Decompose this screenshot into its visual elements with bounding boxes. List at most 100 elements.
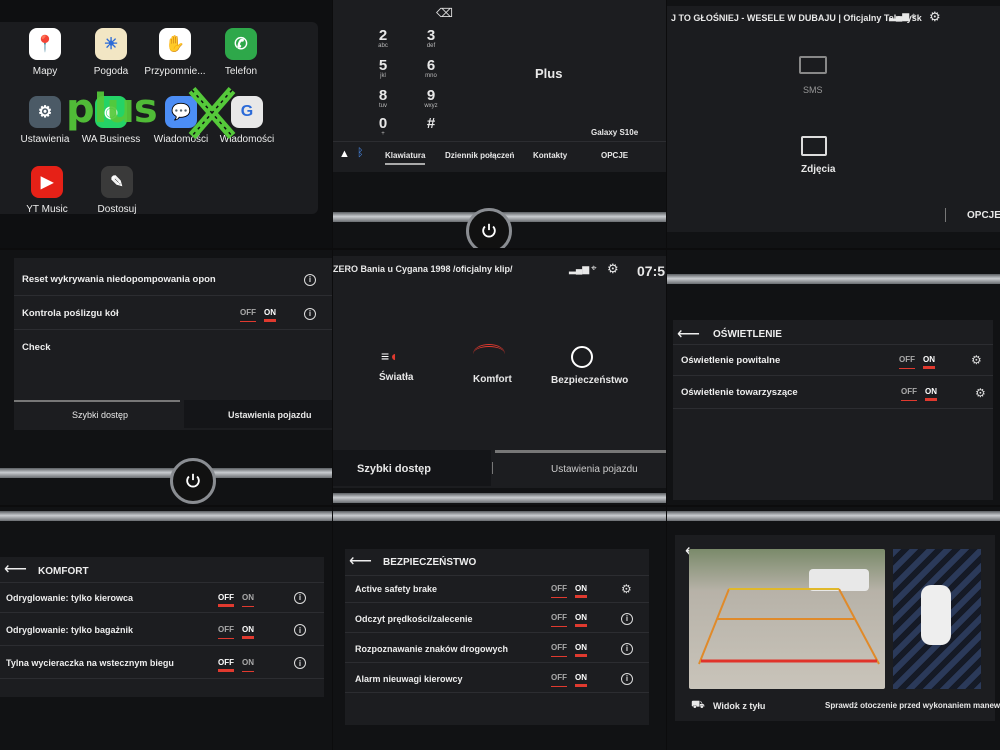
- media-tile: J TO GŁOŚNIEJ - WESELE W DUBAJU | Oficja…: [667, 0, 1000, 248]
- back-arrow-icon[interactable]: ⟵: [677, 324, 700, 344]
- back-arrow-icon[interactable]: ⟵: [4, 559, 27, 579]
- settings-gear-icon[interactable]: ⚙: [607, 261, 619, 277]
- dial-key[interactable]: 2 abc: [373, 28, 393, 49]
- info-icon[interactable]: i: [621, 642, 633, 655]
- info-icon[interactable]: i: [304, 273, 316, 286]
- safety-row[interactable]: Rozpoznawanie znaków drogowych OFF ON i: [345, 635, 649, 663]
- settings-gear-icon[interactable]: ⚙: [929, 9, 941, 25]
- lights-icon[interactable]: ≡◖: [381, 348, 398, 364]
- comfort-toggle[interactable]: OFF ON: [218, 658, 254, 672]
- info-icon[interactable]: i: [294, 657, 306, 669]
- dialer-tab[interactable]: Kontakty: [533, 151, 567, 160]
- safety-label[interactable]: Bezpieczeństwo: [551, 375, 628, 386]
- camera-hint: Sprawdź otoczenie przed wykonaniem manew…: [825, 701, 1000, 710]
- comfort-row[interactable]: Odryglowanie: tylko bagażnik OFF ON i: [0, 615, 324, 646]
- clock: 07:5: [637, 263, 666, 279]
- comfort-row[interactable]: Tylna wycieraczka na wstecznym biegu OFF O…: [0, 648, 324, 679]
- rear-camera-feed: [689, 549, 885, 689]
- tab-vehicle-settings[interactable]: Ustawienia pojazdu: [228, 410, 312, 420]
- comfort-row[interactable]: Odryglowanie: tylko kierowca OFF ON i: [0, 582, 324, 613]
- safety-toggle[interactable]: OFF ON: [551, 643, 587, 657]
- power-knob[interactable]: [170, 458, 216, 504]
- app-reminder[interactable]: ✋ Przypomnie...: [144, 28, 206, 77]
- now-playing-ticker: ZERO Bania u Cygana 1998 /oficjalny klip…: [333, 264, 513, 274]
- safety-row[interactable]: Alarm nieuwagi kierowcy OFF ON i: [345, 665, 649, 693]
- check-row[interactable]: Check: [14, 332, 332, 362]
- tab-vehicle-settings[interactable]: Ustawienia pojazdu: [551, 464, 638, 475]
- safety-tile: ⟵ BEZPIECZEŃSTWO Active safety brake OFF O…: [333, 507, 666, 750]
- welcome-light-row[interactable]: Oświetlenie powitalne OFF ON ⚙: [673, 344, 993, 376]
- carrier-name: Plus: [535, 66, 563, 81]
- dial-key[interactable]: 5 jkl: [373, 58, 393, 79]
- comfort-icon[interactable]: [473, 344, 505, 364]
- follow-me-light-toggle[interactable]: OFF ON: [901, 387, 937, 401]
- app-pencil[interactable]: ✎ Dostosuj: [86, 166, 148, 215]
- lighting-tile: ⟵ OŚWIETLENIE Oświetlenie powitalne OFF …: [667, 250, 1000, 505]
- back-arrow-icon[interactable]: ⟵: [349, 551, 372, 571]
- photos-icon[interactable]: [801, 136, 827, 156]
- location-icon: ⌖: [911, 11, 917, 22]
- follow-me-light-row[interactable]: Oświetlenie towarzyszące OFF ON ⚙: [673, 377, 993, 409]
- dashboard-trim: [333, 511, 666, 521]
- safety-row[interactable]: Active safety brake OFF ON ⚙: [345, 575, 649, 603]
- info-icon[interactable]: i: [621, 612, 633, 625]
- dial-key[interactable]: 3 def: [421, 28, 441, 49]
- tab-quick-access[interactable]: Szybki dostęp: [72, 410, 128, 420]
- dialer-tab[interactable]: OPCJE: [601, 151, 628, 160]
- dial-key[interactable]: #: [421, 116, 441, 131]
- location-icon: ⌖: [591, 263, 597, 274]
- parking-guide-lines: [698, 588, 880, 665]
- app-maps[interactable]: 📍 Mapy: [14, 28, 76, 77]
- comfort-tile: ⟵ KOMFORT Odryglowanie: tylko kierowca OF…: [0, 507, 332, 750]
- settings-gear-icon[interactable]: ⚙: [621, 582, 632, 596]
- settings-gear-icon[interactable]: ⚙: [975, 386, 986, 400]
- welcome-light-toggle[interactable]: OFF ON: [899, 355, 935, 369]
- options-button[interactable]: OPCJE: [967, 210, 1000, 221]
- launcher-tile: 📍 Mapy ☀ Pogoda ✋ Przypomnie... ✆ Telefon ⚙ Ustaw…: [0, 0, 332, 248]
- dialer-tab[interactable]: Dziennik połączeń: [445, 151, 514, 160]
- sms-icon[interactable]: [799, 56, 827, 74]
- dial-key[interactable]: 0 +: [373, 116, 393, 137]
- comfort-row-label: Odryglowanie: tylko kierowca: [6, 592, 134, 603]
- comfort-toggle[interactable]: OFF ON: [218, 593, 254, 607]
- safety-row[interactable]: Odczyt prędkości/zalecenie OFF ON i: [345, 605, 649, 633]
- traction-control-toggle[interactable]: OFF ON: [240, 308, 276, 322]
- app-label: Mapy: [32, 66, 58, 77]
- safety-row-label: Active safety brake: [355, 584, 438, 594]
- dial-key[interactable]: 8 tuv: [373, 88, 393, 109]
- dashboard-trim: [667, 274, 1000, 284]
- power-knob[interactable]: [466, 208, 512, 248]
- traction-control-row[interactable]: Kontrola poślizgu kół OFF ON i: [14, 298, 332, 330]
- safety-toggle[interactable]: OFF ON: [551, 613, 587, 627]
- backspace-icon[interactable]: ⌫: [436, 6, 453, 20]
- app-label: Ustawienia: [20, 134, 70, 145]
- app-yt-music[interactable]: ▶ YT Music: [16, 166, 78, 215]
- info-icon[interactable]: i: [294, 624, 306, 636]
- info-icon[interactable]: i: [304, 307, 316, 320]
- dashboard-trim: [0, 468, 332, 478]
- info-icon[interactable]: i: [621, 672, 633, 685]
- settings-gear-icon[interactable]: ⚙: [971, 353, 982, 367]
- bluetooth-icon: ᛒ: [357, 147, 364, 159]
- settings-icon: ⚙: [29, 96, 61, 128]
- app-label: Pogoda: [93, 66, 129, 77]
- camera-icon[interactable]: ⛟: [691, 699, 705, 713]
- safety-toggle[interactable]: OFF ON: [551, 584, 587, 598]
- lights-label[interactable]: Światła: [379, 372, 413, 383]
- comfort-label[interactable]: Komfort: [473, 374, 512, 385]
- tire-reset-row[interactable]: Reset wykrywania niedopompowania opon i: [14, 264, 332, 296]
- dial-key[interactable]: 6 mno: [421, 58, 441, 79]
- app-label: YT Music: [26, 204, 68, 215]
- info-icon[interactable]: i: [294, 591, 306, 604]
- camera-view-label[interactable]: Widok z tyłu: [713, 701, 765, 711]
- dial-key[interactable]: 9 wxyz: [421, 88, 441, 109]
- dialer-tab[interactable]: Klawiatura: [385, 151, 426, 165]
- app-weather[interactable]: ☀ Pogoda: [80, 28, 142, 77]
- home-tile: ZERO Bania u Cygana 1998 /oficjalny klip…: [333, 250, 666, 505]
- tab-quick-access[interactable]: Szybki dostęp: [357, 463, 431, 475]
- steering-wheel-icon[interactable]: [571, 346, 593, 368]
- app-phone[interactable]: ✆ Telefon: [210, 28, 272, 77]
- comfort-toggle[interactable]: OFF ON: [218, 625, 254, 639]
- app-label: Telefon: [224, 66, 258, 77]
- safety-toggle[interactable]: OFF ON: [551, 673, 587, 687]
